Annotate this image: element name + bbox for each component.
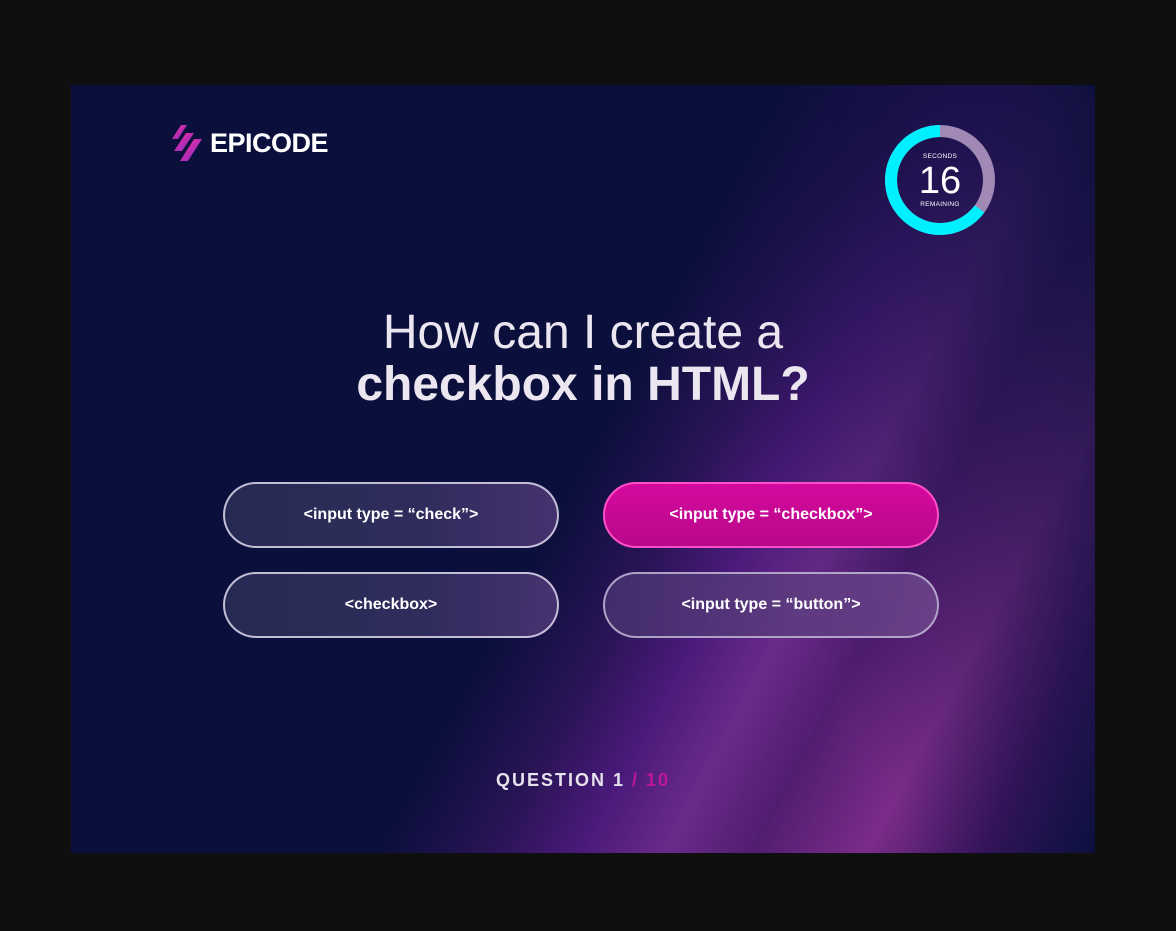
answer-option-1[interactable]: <input type = “check”> bbox=[223, 482, 559, 548]
answer-option-3-label: <checkbox> bbox=[344, 596, 438, 613]
epicode-logo-icon bbox=[172, 125, 202, 161]
question-text: How can I create a checkbox in HTML? bbox=[71, 307, 1095, 411]
answer-option-4-label: <input type = “button”> bbox=[681, 596, 861, 613]
question-counter: QUESTION 1 bbox=[495, 770, 625, 790]
question-total: 10 bbox=[646, 770, 671, 790]
question-separator: / bbox=[631, 770, 639, 790]
answer-option-3[interactable]: <checkbox> bbox=[223, 572, 559, 638]
timer-top-label: SECONDS bbox=[922, 152, 958, 160]
question-line-1: How can I create a bbox=[382, 306, 784, 359]
brand-name: EPICODE bbox=[210, 127, 329, 158]
timer-bottom-label: REMAINING bbox=[920, 200, 960, 208]
question-progress: QUESTION 1 / 10 bbox=[71, 770, 1095, 791]
answer-option-1-label: <input type = “check”> bbox=[303, 506, 479, 523]
answer-option-4[interactable]: <input type = “button”> bbox=[603, 572, 939, 638]
quiz-screen: EPICODE SECONDS 16 REMAINING How can I c… bbox=[71, 85, 1095, 853]
answer-option-2[interactable]: <input type = “checkbox”> bbox=[603, 482, 939, 548]
epicode-logo: EPICODE bbox=[172, 125, 329, 161]
countdown-timer: SECONDS 16 REMAINING bbox=[884, 124, 996, 236]
question-line-2: checkbox in HTML? bbox=[356, 358, 810, 411]
answer-option-2-label: <input type = “checkbox”> bbox=[669, 506, 873, 523]
timer-seconds-value: 16 bbox=[918, 159, 962, 202]
